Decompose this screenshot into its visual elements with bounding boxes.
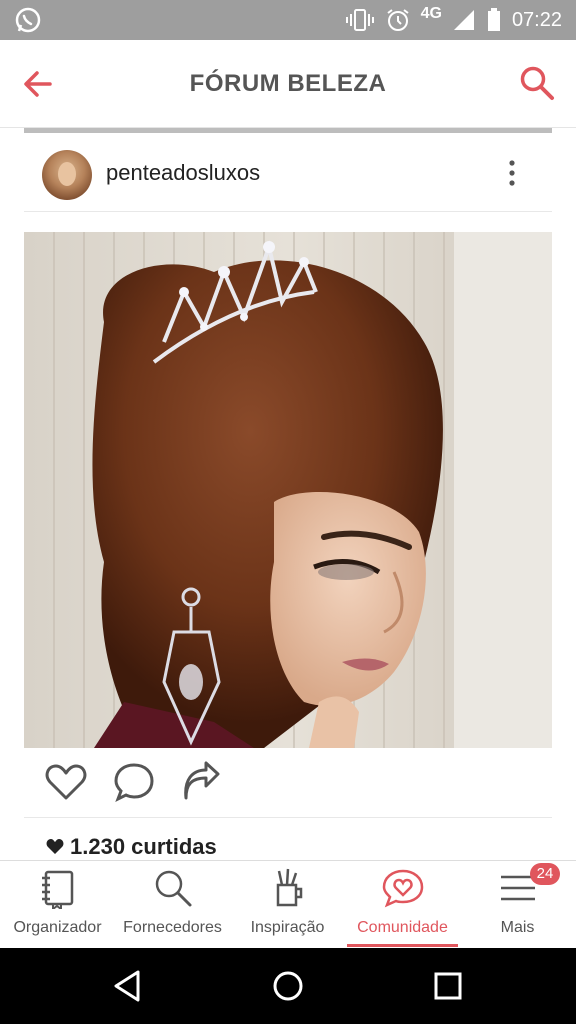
tab-fornecedores[interactable]: Fornecedores (115, 861, 230, 949)
bottom-tab-bar: Organizador Fornecedores Inspiração Comu… (0, 860, 576, 948)
search-icon[interactable] (518, 64, 556, 102)
like-heart-icon[interactable] (44, 760, 88, 804)
signal-icon (453, 10, 474, 30)
post-username[interactable]: penteadosluxos (106, 160, 260, 186)
active-tab-indicator (347, 944, 458, 947)
post-card: penteadosluxos 1.230 curtidas (24, 128, 552, 860)
tab-organizador[interactable]: Organizador (0, 861, 115, 949)
notebook-icon (42, 870, 74, 909)
avatar[interactable] (42, 150, 92, 200)
tab-label: Fornecedores (123, 919, 222, 936)
network-type: 4G (420, 5, 442, 22)
tab-inspiracao[interactable]: Inspiração (230, 861, 345, 949)
likes-count[interactable]: 1.230 curtidas (46, 834, 217, 860)
heart-filled-icon (46, 839, 64, 854)
tab-label: Organizador (13, 919, 102, 936)
nav-recents-icon[interactable] (428, 966, 468, 1006)
cup-brushes-icon (276, 868, 303, 907)
tab-mais[interactable]: 24 Mais (460, 861, 575, 949)
likes-text: 1.230 curtidas (70, 834, 217, 859)
whatsapp-icon (15, 7, 41, 33)
search-icon (155, 870, 192, 907)
app-bar: FÓRUM BELEZA (0, 40, 576, 128)
share-icon[interactable] (178, 760, 222, 804)
status-bar: 4G 07:22 (0, 0, 576, 40)
comment-icon[interactable] (112, 760, 156, 804)
post-actions (24, 750, 552, 818)
clock: 07:22 (511, 8, 562, 31)
system-nav-bar (0, 948, 576, 1024)
nav-home-icon[interactable] (268, 966, 308, 1006)
tab-comunidade[interactable]: Comunidade (345, 861, 460, 949)
tab-label: Mais (500, 919, 535, 936)
page-title: FÓRUM BELEZA (189, 70, 387, 97)
battery-icon (487, 8, 500, 31)
notification-badge: 24 (530, 863, 560, 885)
more-options-icon[interactable] (502, 158, 522, 188)
chat-heart-icon (382, 869, 424, 908)
divider (24, 128, 552, 133)
alarm-icon (386, 9, 409, 31)
vibrate-icon (345, 9, 374, 31)
nav-back-icon[interactable] (108, 966, 148, 1006)
tab-label: Comunidade (357, 919, 448, 936)
post-header: penteadosluxos (24, 146, 552, 212)
tab-label: Inspiração (250, 919, 325, 936)
post-photo[interactable] (24, 232, 552, 748)
